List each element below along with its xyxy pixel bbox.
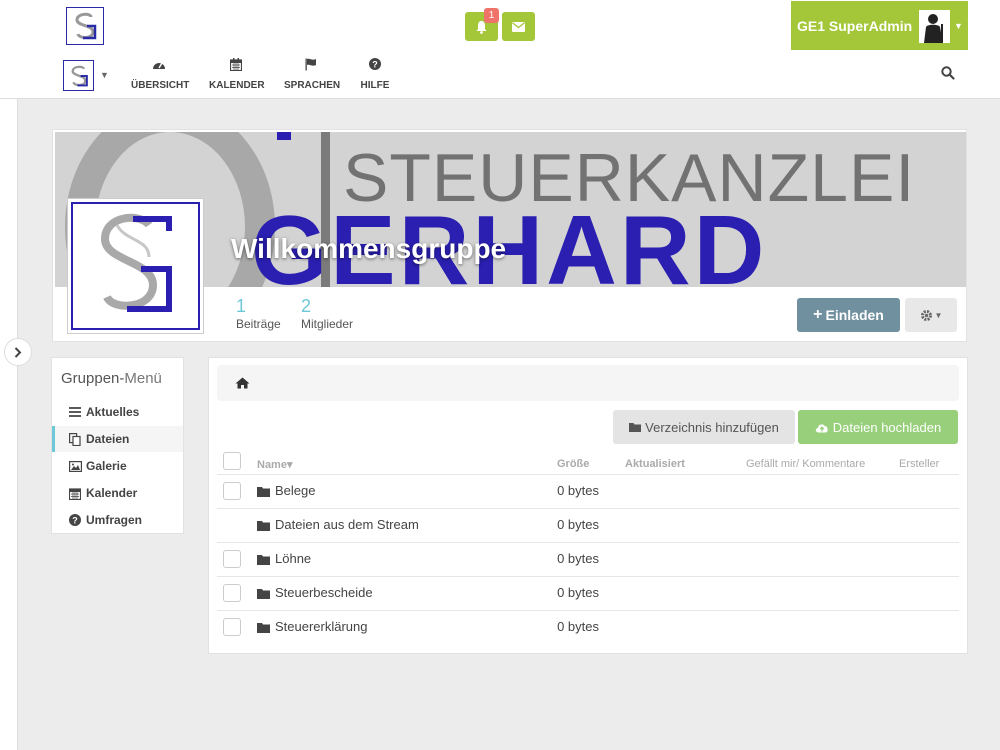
flag-icon bbox=[305, 58, 316, 71]
search-icon[interactable] bbox=[941, 66, 955, 85]
nav-label: KALENDER bbox=[209, 80, 265, 91]
file-size: 0 bytes bbox=[557, 585, 599, 600]
plus-icon: + bbox=[813, 306, 823, 323]
row-checkbox[interactable] bbox=[223, 482, 241, 500]
calendar-icon bbox=[69, 487, 81, 500]
upload-files-button[interactable]: Dateien hochladen bbox=[798, 410, 958, 444]
group-title: Willkommensgruppe bbox=[231, 233, 507, 264]
file-size: 0 bytes bbox=[557, 551, 599, 566]
table-row[interactable]: Belege 0 bytes bbox=[217, 474, 959, 508]
file-name[interactable]: Löhne bbox=[275, 551, 311, 566]
column-header-likes: Gefällt mir/ Kommentare bbox=[746, 458, 866, 470]
dashboard-icon bbox=[153, 62, 165, 69]
messages-button[interactable] bbox=[502, 12, 535, 41]
invite-button[interactable]: + Einladen bbox=[797, 298, 900, 332]
user-menu[interactable]: GE1 SuperAdmin ▼ bbox=[791, 1, 968, 50]
breadcrumb bbox=[217, 365, 959, 401]
nav-label: HILFE bbox=[360, 80, 390, 91]
files-panel: Verzeichnis hinzufügen Dateien hochladen… bbox=[208, 357, 968, 654]
group-menu-item-aktuelles[interactable]: Aktuelles bbox=[52, 399, 183, 425]
group-menu-item-galerie[interactable]: Galerie bbox=[52, 453, 183, 479]
nav-sprachen[interactable]: SPRACHEN bbox=[284, 58, 341, 91]
column-header-creator: Ersteller bbox=[899, 458, 940, 470]
top-bar: 1 GE1 SuperAdmin ▼ bbox=[0, 0, 1000, 53]
svg-text:?: ? bbox=[372, 60, 378, 70]
invite-label: Einladen bbox=[825, 307, 884, 323]
column-header-updated[interactable]: Aktualisiert bbox=[625, 458, 685, 470]
sidebar-toggle-button[interactable] bbox=[4, 338, 32, 366]
question-circle-icon: ? bbox=[369, 58, 381, 70]
folder-icon bbox=[257, 487, 270, 497]
chevron-down-icon: ▼ bbox=[954, 21, 963, 31]
select-all-checkbox[interactable] bbox=[223, 452, 241, 470]
file-name[interactable]: Belege bbox=[275, 483, 315, 498]
nav-hilfe[interactable]: ? HILFE bbox=[358, 58, 392, 91]
file-size: 0 bytes bbox=[557, 483, 599, 498]
stat-label: Mitglieder bbox=[301, 317, 354, 331]
row-checkbox[interactable] bbox=[223, 618, 241, 636]
file-size: 0 bytes bbox=[557, 517, 599, 532]
group-menu: Gruppen-Menü Aktuelles Dateien Galerie K… bbox=[51, 357, 184, 534]
stat-label: Beiträge bbox=[236, 317, 281, 331]
group-menu-item-kalender[interactable]: Kalender bbox=[52, 480, 183, 506]
stat-value: 1 bbox=[236, 296, 247, 316]
file-size: 0 bytes bbox=[557, 619, 599, 634]
stat-mitglieder[interactable]: 2 Mitglieder bbox=[301, 295, 353, 331]
column-header-name[interactable]: Name▾ bbox=[257, 458, 292, 471]
add-directory-button[interactable]: Verzeichnis hinzufügen bbox=[613, 410, 795, 444]
stat-value: 2 bbox=[301, 296, 312, 316]
group-menu-title: Gruppen-Menü bbox=[61, 370, 162, 387]
group-menu-item-umfragen[interactable]: ? Umfragen bbox=[52, 507, 183, 533]
folder-icon bbox=[257, 521, 270, 531]
file-name[interactable]: Steuererklärung bbox=[275, 619, 368, 634]
nav-label: ÜBERSICHT bbox=[131, 80, 190, 91]
stat-beitraege[interactable]: 1 Beiträge bbox=[236, 295, 281, 331]
table-row[interactable]: Steuererklärung 0 bytes bbox=[217, 610, 959, 644]
group-logo[interactable] bbox=[67, 198, 204, 334]
space-logo[interactable] bbox=[63, 60, 94, 91]
user-name: GE1 SuperAdmin bbox=[797, 18, 913, 34]
table-row[interactable]: Steuerbescheide 0 bytes bbox=[217, 576, 959, 610]
chevron-down-icon: ▼ bbox=[934, 310, 943, 320]
row-checkbox[interactable] bbox=[223, 550, 241, 568]
row-checkbox[interactable] bbox=[223, 584, 241, 602]
files-icon bbox=[69, 432, 81, 446]
avatar bbox=[919, 10, 950, 43]
group-header: STEUERKANZLEI GERHARD Willkommensgruppe … bbox=[52, 129, 967, 342]
home-icon[interactable] bbox=[235, 377, 250, 389]
nav-uebersicht[interactable]: ÜBERSICHT bbox=[131, 58, 190, 91]
svg-text:?: ? bbox=[72, 516, 78, 526]
left-frame bbox=[0, 0, 18, 750]
nav-label: SPRACHEN bbox=[284, 80, 341, 91]
column-header-size[interactable]: Größe bbox=[557, 458, 589, 470]
folder-icon bbox=[257, 623, 270, 633]
chevron-down-icon[interactable]: ▼ bbox=[100, 70, 109, 80]
folder-icon bbox=[257, 589, 270, 599]
group-settings-button[interactable]: ▼ bbox=[905, 298, 957, 332]
folder-icon bbox=[629, 423, 642, 432]
nav-kalender[interactable]: KALENDER bbox=[209, 58, 265, 91]
chevron-right-icon bbox=[14, 346, 22, 358]
image-icon bbox=[68, 460, 82, 472]
notification-count-badge: 1 bbox=[484, 8, 499, 23]
site-logo[interactable] bbox=[66, 7, 104, 45]
table-row[interactable]: Dateien aus dem Stream 0 bytes bbox=[217, 508, 959, 542]
envelope-icon bbox=[512, 21, 525, 32]
question-circle-icon: ? bbox=[69, 514, 81, 526]
table-row[interactable]: Löhne 0 bytes bbox=[217, 542, 959, 576]
cloud-upload-icon bbox=[815, 423, 828, 432]
file-name[interactable]: Dateien aus dem Stream bbox=[275, 517, 419, 532]
calendar-icon bbox=[229, 58, 243, 72]
gear-icon bbox=[920, 309, 932, 321]
file-name[interactable]: Steuerbescheide bbox=[275, 585, 373, 600]
group-menu-item-dateien[interactable]: Dateien bbox=[52, 426, 183, 452]
list-icon bbox=[69, 407, 81, 417]
folder-icon bbox=[257, 555, 270, 565]
